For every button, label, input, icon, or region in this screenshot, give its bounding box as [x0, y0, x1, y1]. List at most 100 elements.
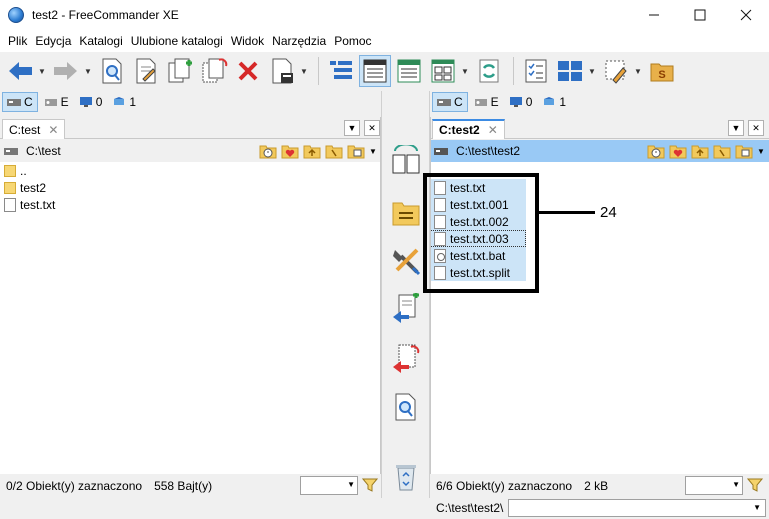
menu-katalogi[interactable]: Katalogi — [75, 34, 126, 48]
properties-button[interactable] — [266, 55, 298, 87]
filter-icon[interactable] — [747, 477, 763, 493]
list-view-button[interactable] — [393, 55, 425, 87]
hard-drive-icon — [7, 99, 21, 106]
callout-label: 24 — [600, 204, 617, 221]
main-toolbar: ▼ ▼ ▼ ▼ ▼ ▼ S — [0, 52, 769, 90]
right-drive-0[interactable]: 0 — [505, 92, 537, 112]
path-dropdown[interactable]: ▼ — [757, 142, 765, 160]
app-globe-icon — [8, 7, 24, 23]
maximize-icon — [694, 9, 706, 21]
left-filter-combo[interactable]: ▼ — [300, 476, 358, 495]
path-dropdown[interactable]: ▼ — [369, 142, 377, 160]
right-tab-c-test2[interactable]: C:test2 ✕ — [432, 119, 505, 139]
tab-close-icon[interactable]: ✕ — [488, 123, 498, 137]
left-drive-e[interactable]: E — [40, 92, 73, 112]
right-drive-e[interactable]: E — [470, 92, 503, 112]
right-drive-1[interactable]: 1 — [538, 92, 570, 112]
left-selection-size: 558 Bajt(y) — [154, 479, 213, 493]
favorite-heart-icon — [281, 145, 299, 159]
favorites-folder-button[interactable] — [669, 142, 687, 160]
recycle-bin-button[interactable] — [390, 461, 422, 493]
left-tab-c-test[interactable]: C:test ✕ — [2, 119, 66, 139]
left-drive-c[interactable]: C — [2, 92, 38, 112]
menu-pomoc[interactable]: Pomoc — [330, 34, 375, 48]
menu-widok[interactable]: Widok — [227, 34, 268, 48]
parent-folder-button[interactable] — [691, 142, 709, 160]
tab-close-icon[interactable]: ✕ — [48, 123, 58, 137]
edit-file-button[interactable] — [130, 55, 162, 87]
copy-to-other-panel-button[interactable] — [390, 293, 422, 325]
left-drive-1[interactable]: 1 — [108, 92, 140, 112]
chevron-down-icon: ▼ — [753, 503, 761, 512]
sync-panels-button[interactable] — [390, 145, 422, 177]
edit-file-icon — [136, 58, 156, 84]
menu-edycja[interactable]: Edycja — [31, 34, 75, 48]
checklist-icon — [525, 59, 547, 83]
menu-ulubione-katalogi[interactable]: Ulubione katalogi — [127, 34, 227, 48]
callout-box — [423, 173, 539, 293]
left-file-list[interactable]: .. test2 test.txt — [0, 162, 381, 474]
right-drive-c[interactable]: C — [432, 92, 468, 112]
maximize-button[interactable] — [677, 0, 723, 30]
details-view-button[interactable] — [359, 55, 391, 87]
back-button[interactable] — [4, 55, 36, 87]
left-drive-0[interactable]: 0 — [75, 92, 107, 112]
close-window-button[interactable] — [723, 0, 769, 30]
copy-path-button[interactable] — [347, 142, 365, 160]
move-left-icon — [393, 344, 420, 373]
right-path-text: C:\test\test2 — [456, 144, 521, 158]
right-tab-close-button[interactable]: ✕ — [748, 120, 764, 136]
panel-divider — [430, 117, 431, 474]
removable-drive-icon — [44, 99, 57, 106]
properties-icon — [272, 58, 293, 84]
checklist-button[interactable] — [520, 55, 552, 87]
list-item[interactable]: test.txt — [0, 196, 381, 213]
forward-button[interactable] — [50, 55, 82, 87]
move-to-other-panel-button[interactable] — [390, 343, 422, 375]
back-dropdown[interactable]: ▼ — [38, 55, 46, 87]
left-path-bar[interactable]: C:\test ▼ — [0, 140, 381, 162]
right-filter-combo[interactable]: ▼ — [685, 476, 743, 495]
menu-bar: Plik Edycja Katalogi Ulubione katalogi W… — [0, 30, 769, 52]
folder-size-button[interactable] — [390, 197, 422, 229]
copy-path-button[interactable] — [735, 142, 753, 160]
right-tab-row: C:test2 ✕ ▼ ✕ — [430, 117, 769, 139]
move-button[interactable] — [198, 55, 230, 87]
favorites-folder-button[interactable] — [281, 142, 299, 160]
parent-folder-button[interactable] — [303, 142, 321, 160]
view-file-button[interactable] — [96, 55, 128, 87]
root-folder-button[interactable] — [325, 142, 343, 160]
view-file-side-button[interactable] — [390, 391, 422, 423]
sync-button[interactable] — [473, 55, 505, 87]
left-tab-menu-button[interactable]: ▼ — [344, 120, 360, 136]
menu-plik[interactable]: Plik — [4, 34, 31, 48]
properties-dropdown[interactable]: ▼ — [300, 55, 308, 87]
thumbnails-view-button[interactable] — [427, 55, 459, 87]
tools-button[interactable] — [600, 55, 632, 87]
filter-icon[interactable] — [362, 477, 378, 493]
copy-button[interactable] — [164, 55, 196, 87]
panels-layout-button[interactable] — [554, 55, 586, 87]
left-tab-close-button[interactable]: ✕ — [364, 120, 380, 136]
view-dropdown[interactable]: ▼ — [461, 55, 469, 87]
favorites-button[interactable]: S — [646, 55, 678, 87]
history-button[interactable] — [259, 142, 277, 160]
tree-view-button[interactable] — [325, 55, 357, 87]
menu-narzedzia[interactable]: Narzędzia — [268, 34, 330, 48]
history-button[interactable] — [647, 142, 665, 160]
right-path-bar[interactable]: C:\test\test2 ▼ — [430, 140, 769, 162]
minimize-button[interactable] — [631, 0, 677, 30]
tools-wrench-button[interactable] — [390, 245, 422, 277]
root-folder-button[interactable] — [713, 142, 731, 160]
tools-dropdown[interactable]: ▼ — [634, 55, 642, 87]
list-item[interactable]: test2 — [0, 179, 381, 196]
left-selection-count: 0/2 Obiekt(y) zaznaczono — [6, 479, 143, 493]
command-line-input[interactable]: ▼ — [508, 499, 766, 517]
forward-dropdown[interactable]: ▼ — [84, 55, 92, 87]
delete-button[interactable] — [232, 55, 264, 87]
layout-dropdown[interactable]: ▼ — [588, 55, 596, 87]
list-item[interactable]: .. — [0, 162, 381, 179]
title-bar: test2 - FreeCommander XE — [0, 0, 769, 30]
right-tab-menu-button[interactable]: ▼ — [728, 120, 744, 136]
close-icon — [740, 9, 752, 21]
